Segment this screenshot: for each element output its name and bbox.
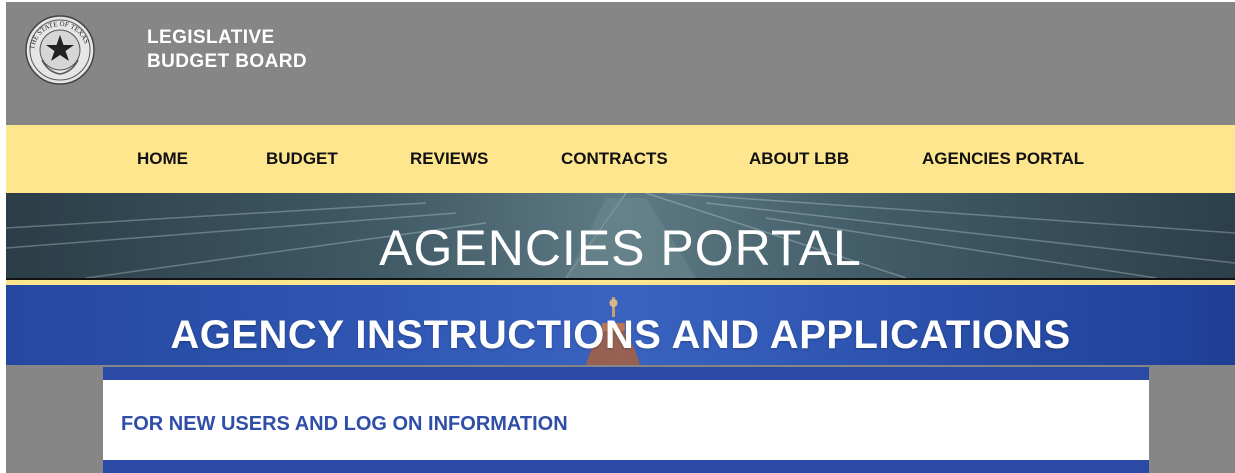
banner-title: AGENCY INSTRUCTIONS AND APPLICATIONS [170,313,1071,357]
info-panel: FOR NEW USERS AND LOG ON INFORMATION [103,367,1149,473]
panel-bottom-border [103,460,1149,473]
nav-item-budget[interactable]: BUDGET [266,149,338,169]
nav-item-about-lbb[interactable]: ABOUT LBB [749,149,849,169]
nav-item-agencies-portal[interactable]: AGENCIES PORTAL [922,149,1084,169]
brand-line-1: LEGISLATIVE [147,27,275,48]
main-nav: HOME BUDGET REVIEWS CONTRACTS ABOUT LBB … [6,125,1235,193]
nav-item-reviews[interactable]: REVIEWS [410,149,488,169]
nav-item-contracts[interactable]: CONTRACTS [561,149,668,169]
site-header: THE STATE OF TEXAS LEGISLATIVE BUDGET BO… [6,2,1235,125]
hero-title: AGENCIES PORTAL [379,220,862,276]
nav-item-home[interactable]: HOME [137,149,188,169]
new-users-link[interactable]: FOR NEW USERS AND LOG ON INFORMATION [121,413,568,436]
site-logo-text[interactable]: LEGISLATIVE BUDGET BOARD [147,26,307,74]
section-banner: AGENCY INSTRUCTIONS AND APPLICATIONS [6,285,1235,365]
content-area: FOR NEW USERS AND LOG ON INFORMATION [6,365,1235,473]
state-of-texas-seal-icon[interactable]: THE STATE OF TEXAS [24,2,96,98]
brand-line-2: BUDGET BOARD [147,51,307,72]
hero-banner: AGENCIES PORTAL [6,193,1235,280]
